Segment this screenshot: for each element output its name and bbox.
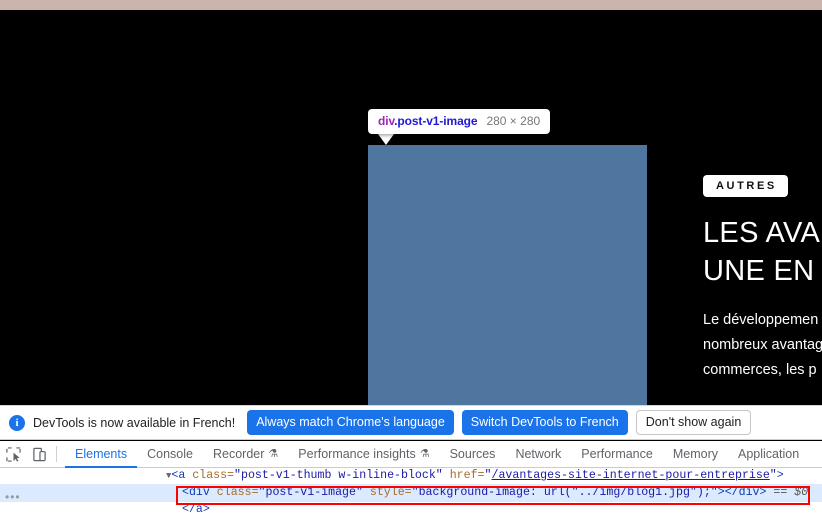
- post-excerpt-line-1: Le développemen: [703, 312, 819, 328]
- post-title-line-2: UNE EN: [703, 255, 815, 287]
- tab-memory-label: Memory: [672, 446, 718, 461]
- inspector-class-name: .post-v1-image: [394, 114, 478, 128]
- category-badge: AUTRES: [703, 175, 788, 197]
- tab-recorder[interactable]: Recorder ⚗: [203, 441, 288, 468]
- tab-performance-insights-label: Performance insights: [298, 446, 416, 461]
- inspector-tooltip-selector: div.post-v1-image: [378, 113, 478, 129]
- tab-sources[interactable]: Sources: [440, 441, 506, 468]
- dom-line-selected-div[interactable]: <div class="post-v1-image" style="backgr…: [0, 484, 822, 502]
- post-excerpt-line-3: commerces, les p: [703, 362, 817, 378]
- tab-performance-insights[interactable]: Performance insights ⚗: [288, 441, 439, 468]
- device-toolbar-icon[interactable]: [26, 441, 52, 467]
- dom-overflow-ellipsis-button[interactable]: •••: [5, 490, 21, 504]
- dont-show-again-button[interactable]: Don't show again: [635, 410, 752, 435]
- dom-selected-value-class: "post-v1-image": [258, 486, 363, 499]
- experiment-flask-icon: ⚗: [268, 447, 279, 460]
- dom-value-class: "post-v1-thumb w-inline-block": [234, 469, 443, 482]
- blog-post-content: AUTRES LES AVA UNE EN Le développemen no…: [690, 175, 822, 383]
- dom-selected-close-tag: </div>: [724, 486, 767, 499]
- tab-memory[interactable]: Memory: [663, 441, 728, 468]
- dom-selected-attr-style: style=: [362, 486, 412, 499]
- dom-value-href-link[interactable]: /avantages-site-internet-pour-entreprise: [491, 469, 769, 482]
- element-highlight-overlay: [368, 145, 647, 405]
- tab-network[interactable]: Network: [505, 441, 571, 468]
- tab-recorder-label: Recorder: [212, 446, 265, 461]
- dom-selected-value-style: "background-image: url("../img/blog1.jpg…: [411, 486, 718, 499]
- page-viewport: AUTRES LES AVA UNE EN Le développemen no…: [0, 10, 822, 405]
- browser-top-strip: [0, 0, 822, 10]
- tab-elements-label: Elements: [75, 446, 128, 461]
- tab-performance-label: Performance: [581, 446, 653, 461]
- tab-console-label: Console: [147, 446, 193, 461]
- inspect-element-icon[interactable]: [0, 441, 26, 467]
- tab-application-label: Application: [738, 446, 800, 461]
- tab-console[interactable]: Console: [137, 441, 203, 468]
- banner-message: DevTools is now available in French!: [33, 415, 236, 430]
- post-title: LES AVA UNE EN: [703, 214, 822, 290]
- dom-tag-open: <a: [171, 469, 193, 482]
- dom-tree-panel[interactable]: ▼<a class="post-v1-thumb w-inline-block"…: [0, 468, 822, 520]
- dom-selected-tag-open: <div: [182, 486, 217, 499]
- devtools-language-banner: i DevTools is now available in French! A…: [0, 405, 822, 440]
- dom-attr-class: class=: [192, 469, 235, 482]
- post-excerpt-line-2: nombreux avantag: [703, 337, 822, 353]
- experiment-flask-icon: ⚗: [419, 447, 430, 460]
- tab-performance[interactable]: Performance: [571, 441, 663, 468]
- dom-selected-gt: >: [717, 486, 725, 499]
- switch-devtools-to-french-button[interactable]: Switch DevTools to French: [461, 410, 628, 435]
- dom-selected-marker: == $0: [766, 486, 809, 499]
- inspector-tag-name: div: [378, 114, 395, 128]
- dom-line-anchor-close[interactable]: </a>: [0, 502, 822, 518]
- post-excerpt: Le développemen nombreux avantag commerc…: [703, 308, 822, 383]
- tab-network-label: Network: [515, 446, 562, 461]
- post-title-line-1: LES AVA: [703, 217, 821, 249]
- dom-selected-attr-class: class=: [216, 486, 259, 499]
- tab-application[interactable]: Application: [728, 441, 809, 468]
- inspector-tooltip-arrow: [378, 134, 394, 145]
- toolbar-divider: [56, 446, 57, 462]
- info-icon: i: [9, 414, 25, 431]
- tab-elements[interactable]: Elements: [65, 441, 137, 468]
- devtools-tab-bar: Elements Console Recorder ⚗ Performance …: [0, 441, 822, 468]
- devtools-screenshot: AUTRES LES AVA UNE EN Le développemen no…: [0, 0, 822, 520]
- dom-line-anchor-open[interactable]: ▼<a class="post-v1-thumb w-inline-block"…: [0, 468, 822, 484]
- inspector-dimensions: 280 × 280: [486, 114, 541, 128]
- dom-value-href-quote-close: ": [769, 469, 777, 482]
- dom-tag-close-bracket: >: [776, 469, 784, 482]
- inspector-tooltip: div.post-v1-image 280 × 280: [368, 109, 551, 134]
- dom-attr-href: href=: [442, 469, 485, 482]
- tab-sources-label: Sources: [449, 446, 496, 461]
- always-match-chrome-language-button[interactable]: Always match Chrome's language: [247, 410, 454, 435]
- dom-anchor-close-tag: </a>: [182, 503, 210, 516]
